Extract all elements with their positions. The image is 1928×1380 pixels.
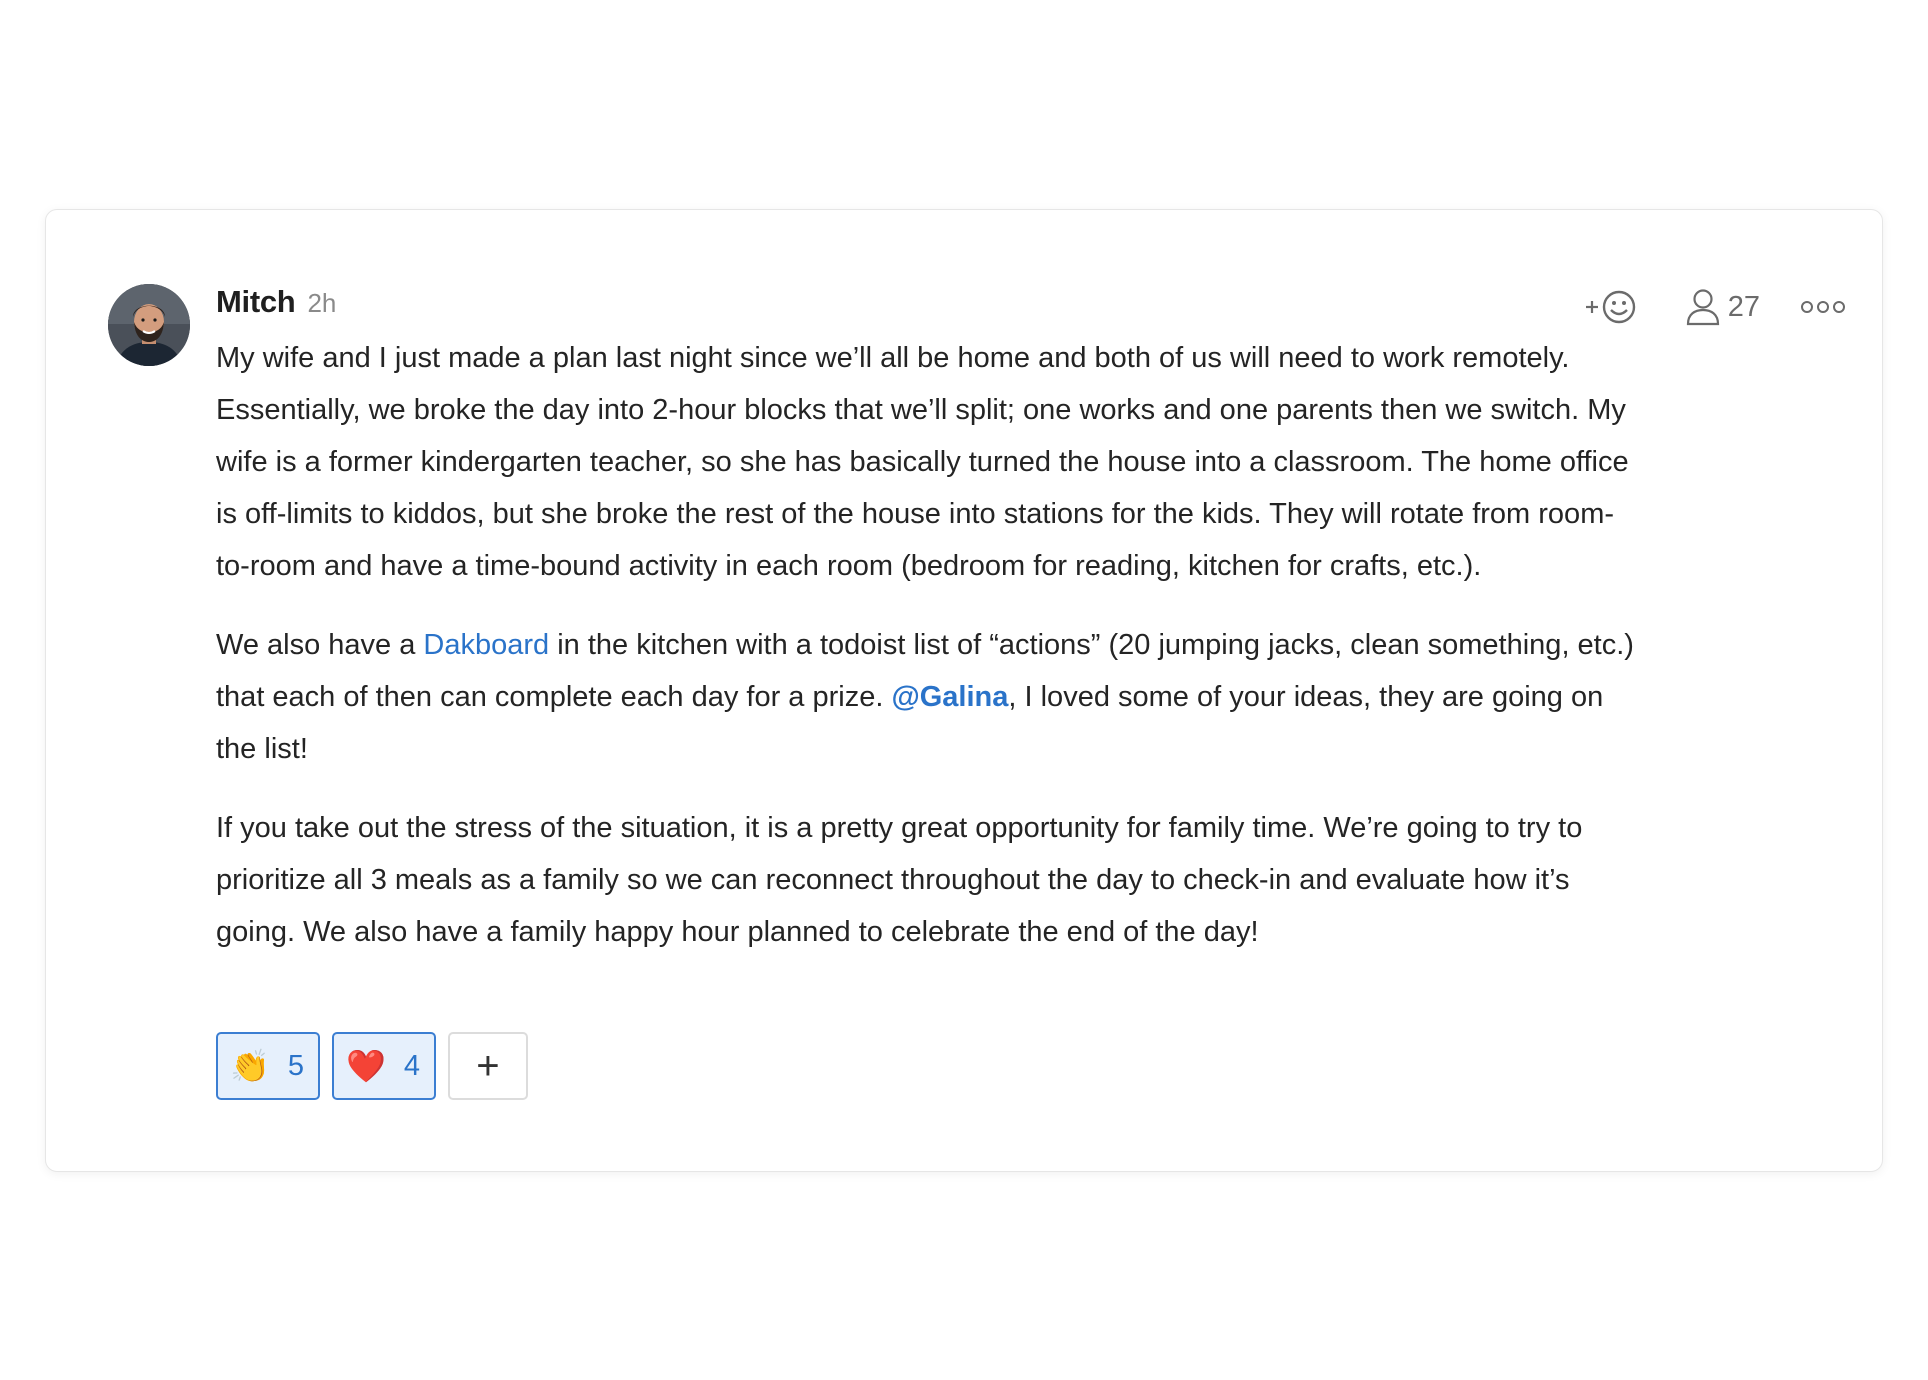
paragraph-2: We also have a Dakboard in the kitchen w… bbox=[216, 619, 1636, 775]
more-options-icon bbox=[1801, 301, 1845, 313]
reaction-heart[interactable]: ❤️ 4 bbox=[331, 1032, 436, 1100]
paragraph-3: If you take out the stress of the situat… bbox=[216, 812, 1583, 948]
post-timestamp[interactable]: 2h bbox=[307, 288, 336, 319]
reaction-count: 5 bbox=[287, 1049, 304, 1082]
paragraph-2-text-start: We also have a bbox=[216, 629, 424, 661]
more-options-button[interactable] bbox=[1800, 299, 1846, 315]
post-card: Mitch 2h 27 My wife and I just made a pl… bbox=[45, 209, 1883, 1172]
person-icon bbox=[1686, 289, 1719, 326]
red-heart-icon: ❤️ bbox=[345, 1048, 386, 1084]
post-header: Mitch 2h bbox=[216, 284, 336, 328]
participants-button[interactable]: 27 bbox=[1686, 288, 1760, 326]
reaction-clap[interactable]: 👏 5 bbox=[216, 1032, 320, 1100]
mention-galina[interactable]: @Galina bbox=[891, 681, 1008, 713]
clapping-hands-icon: 👏 bbox=[230, 1048, 270, 1084]
plus-icon: + bbox=[476, 1043, 500, 1088]
author-avatar[interactable] bbox=[108, 284, 190, 366]
add-reaction-plus-button[interactable]: + bbox=[447, 1032, 528, 1100]
paragraph-1: My wife and I just made a plan last nigh… bbox=[216, 342, 1629, 582]
add-emoji-icon bbox=[1585, 290, 1635, 324]
author-name[interactable]: Mitch bbox=[216, 284, 296, 320]
reaction-count: 4 bbox=[403, 1049, 420, 1082]
post-actions: 27 bbox=[1584, 284, 1846, 330]
add-reaction-button[interactable] bbox=[1584, 287, 1640, 327]
participants-count: 27 bbox=[1727, 290, 1760, 323]
reactions-bar: 👏 5 ❤️ 4 + bbox=[216, 1032, 528, 1100]
post-body: My wife and I just made a plan last nigh… bbox=[216, 332, 1636, 985]
dakboard-link[interactable]: Dakboard bbox=[423, 629, 549, 661]
